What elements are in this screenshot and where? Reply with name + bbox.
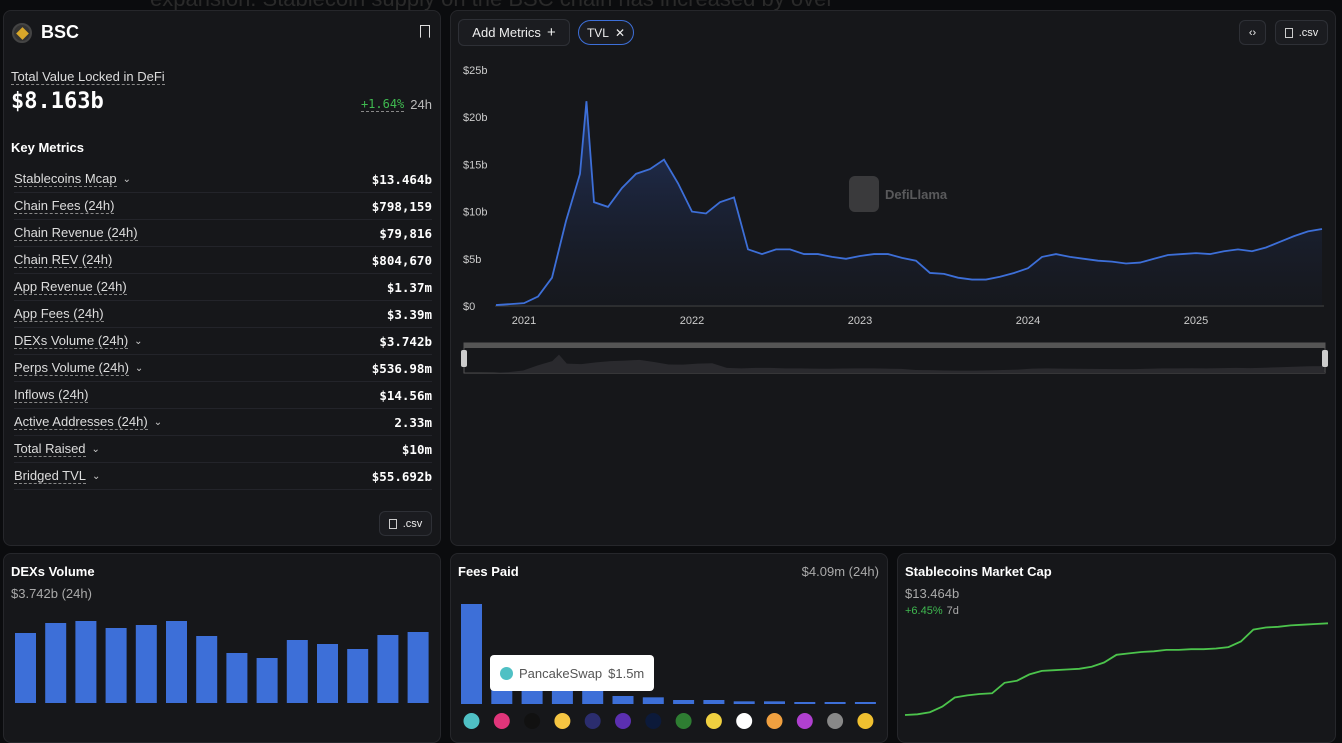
fees-bar — [824, 702, 846, 704]
dex-volume-bar — [286, 640, 308, 703]
dex-volume-bar — [75, 621, 97, 703]
protocol-icon — [463, 713, 480, 729]
protocol-icon — [766, 713, 783, 729]
fees-bar — [461, 604, 482, 704]
protocol-icon — [584, 713, 601, 729]
protocol-icon — [705, 713, 722, 729]
dex-volume-bar — [256, 658, 278, 703]
fees-tooltip: PancakeSwap $1.5m — [490, 655, 654, 691]
protocol-icon — [675, 713, 692, 729]
protocol-icon — [493, 713, 510, 729]
dex-volume-bar — [15, 633, 36, 703]
dex-volume-bar — [196, 636, 218, 703]
stablecoins-line — [904, 622, 1329, 716]
dex-volume-bar — [347, 649, 369, 703]
dex-volume-bar — [105, 628, 127, 703]
fees-bar — [612, 696, 634, 704]
protocol-icon — [524, 713, 541, 729]
protocol-icon — [736, 713, 753, 729]
dex-volume-bar — [166, 621, 187, 703]
fees-bar — [854, 702, 876, 704]
dex-volume-bar — [407, 632, 429, 703]
pancakeswap-icon — [500, 666, 513, 680]
fees-bar — [794, 702, 816, 704]
fees-bar — [673, 700, 695, 704]
fees-bar — [703, 700, 725, 704]
dex-volume-bar — [377, 635, 399, 703]
bottom-charts — [15, 604, 1329, 729]
protocol-icon — [796, 713, 813, 729]
fees-bar — [642, 697, 664, 704]
protocol-icon — [615, 713, 631, 729]
fees-bar — [764, 701, 785, 704]
fees-bar — [733, 701, 755, 704]
dex-volume-bar — [135, 625, 157, 703]
dex-volume-bar — [317, 644, 338, 703]
dex-volume-bar — [45, 623, 67, 703]
protocol-icon — [827, 713, 844, 729]
dex-volume-bar — [226, 653, 248, 703]
protocol-icon — [857, 713, 874, 729]
protocol-icon — [554, 713, 571, 729]
protocol-icon — [645, 713, 662, 729]
